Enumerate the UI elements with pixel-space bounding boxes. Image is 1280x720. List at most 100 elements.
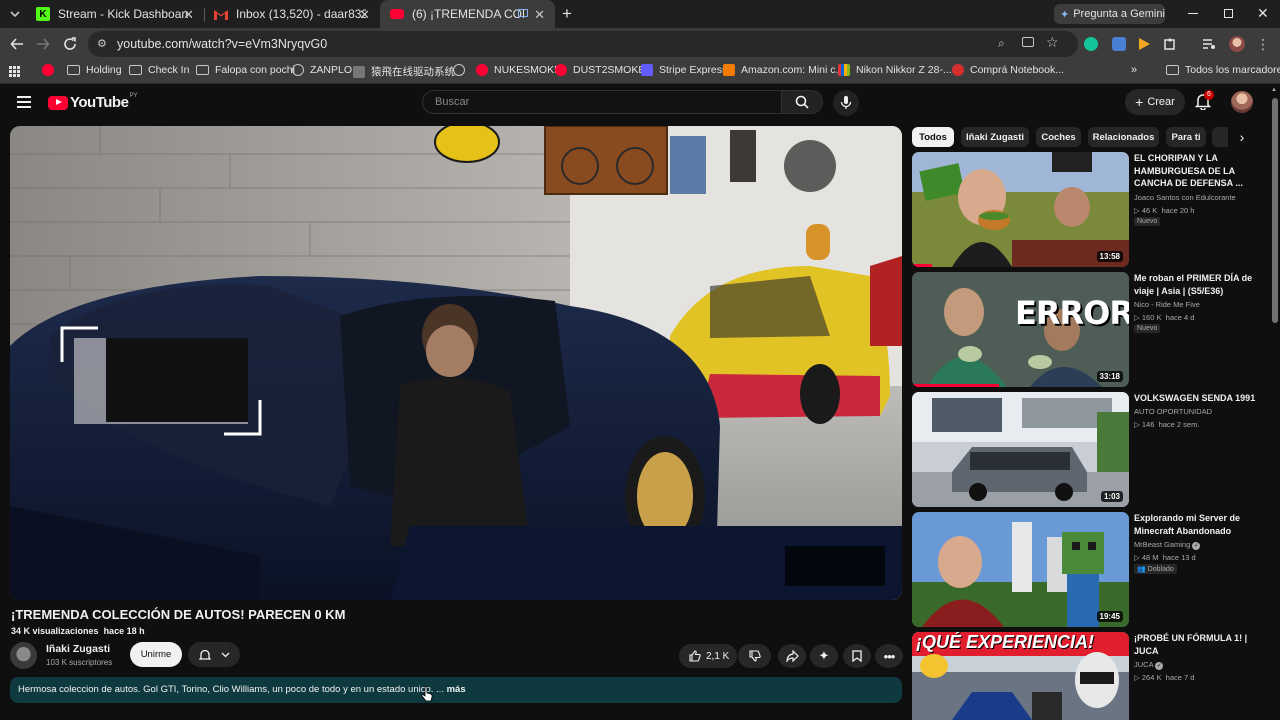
bookmark-stripe[interactable]: Stripe Express (641, 64, 727, 76)
extension-profile-icon[interactable] (1109, 34, 1129, 54)
bookmark-falopa[interactable]: Falopa con pochi (196, 64, 295, 76)
tab-list-icon[interactable] (8, 7, 22, 21)
recommendation-title[interactable]: EL CHORIPAN Y LA HAMBURGUESA DE LA CANCH… (1134, 152, 1258, 190)
chip-related[interactable]: Relacionados (1088, 127, 1159, 147)
zoom-icon[interactable]: ⌕ (998, 36, 1005, 51)
video-thumbnail[interactable]: 13:58 (912, 152, 1129, 267)
chip-for-you[interactable]: Para ti (1166, 127, 1206, 147)
close-icon[interactable]: ✕ (534, 7, 545, 23)
extensions-puzzle-icon[interactable] (1160, 34, 1180, 54)
plus-icon: + (1135, 94, 1144, 110)
recommendation-channel[interactable]: AUTO OPORTUNIDAD (1134, 407, 1212, 416)
media-controls-icon[interactable] (1199, 34, 1219, 54)
description-box[interactable]: Hermosa coleccion de autos. Gol GTI, Tor… (10, 677, 902, 703)
bell-icon (198, 649, 211, 660)
youtube-logo[interactable]: YouTube PY (48, 93, 137, 111)
chip-partial[interactable] (1212, 127, 1228, 147)
close-icon[interactable]: ✕ (359, 7, 370, 23)
bookmark-notebook[interactable]: Comprá Notebook... (952, 64, 1064, 76)
account-avatar[interactable] (1231, 91, 1253, 113)
scrollbar-thumb[interactable] (1272, 98, 1278, 323)
reload-button[interactable] (60, 34, 80, 54)
recommendation-channel[interactable]: JUCA ✓ (1134, 660, 1164, 670)
channel-avatar[interactable] (10, 642, 37, 669)
bookmark-amazon[interactable]: Amazon.com: Mini c... (723, 64, 844, 76)
bookmark-star-icon[interactable]: ☆ (1046, 34, 1059, 51)
save-button[interactable] (843, 644, 871, 668)
cast-icon[interactable] (1022, 37, 1034, 47)
recommendation-title[interactable]: Explorando mi Server de Minecraft Abando… (1134, 512, 1258, 537)
subscribed-button[interactable] (188, 642, 240, 667)
menu-icon[interactable] (17, 96, 31, 108)
chip-cars[interactable]: Coches (1036, 127, 1081, 147)
gemini-button[interactable]: ✦ Pregunta a Gemini (1054, 4, 1165, 24)
new-tab-button[interactable]: + (562, 4, 572, 24)
tab-gmail[interactable]: Inbox (13,520) - daar832@gma ✕ (204, 0, 380, 28)
bookmark-ebay[interactable]: Nikon Nikkor Z 28-... (838, 64, 952, 76)
join-button[interactable]: Unirme (130, 642, 182, 667)
recommendation-item[interactable]: ¡QUÉ EXPERIENCIA! ¡PROBÉ UN FÓRMULA 1! |… (912, 632, 1264, 720)
recommendation-title[interactable]: ¡PROBÉ UN FÓRMULA 1! | JUCA (1134, 632, 1258, 657)
video-thumbnail[interactable]: ERROR 33:18 (912, 272, 1129, 387)
chip-all[interactable]: Todos (912, 127, 954, 147)
ask-ai-button[interactable]: ✦ (810, 644, 838, 668)
show-more-link[interactable]: más (447, 684, 466, 695)
recommendation-item[interactable]: 1:03 VOLKSWAGEN SENDA 1991 AUTO OPORTUNI… (912, 392, 1264, 508)
apps-grid-icon[interactable] (9, 66, 20, 77)
bookmark-holding[interactable]: Holding (67, 64, 122, 76)
recommendation-title[interactable]: VOLKSWAGEN SENDA 1991 (1134, 392, 1258, 405)
back-button[interactable] (7, 34, 27, 54)
restore-button[interactable] (1224, 9, 1233, 18)
tab-kick[interactable]: K Stream - Kick Dashboard ✕ (26, 0, 204, 28)
chip-channel[interactable]: Iñaki Zugasti (961, 127, 1029, 147)
more-bookmarks-icon[interactable]: » (1131, 64, 1137, 76)
like-button[interactable]: 2,1 K (679, 644, 737, 668)
address-bar[interactable]: ⚙ youtube.com/watch?v=eVm3NryqvG0 ⌕ ☆ (88, 31, 1078, 57)
bookmark-check-in[interactable]: Check In (129, 64, 189, 76)
page-scrollbar[interactable]: ▲ (1270, 84, 1280, 720)
video-thumbnail[interactable]: ¡QUÉ EXPERIENCIA! (912, 632, 1129, 720)
url-text[interactable]: youtube.com/watch?v=eVm3NryqvG0 (117, 37, 327, 51)
recommendation-item[interactable]: ERROR 33:18 Me roban el PRIMER DÍA de vi… (912, 272, 1264, 388)
recommendation-channel[interactable]: Nico - Ride Me Five (1134, 300, 1200, 309)
video-player[interactable] (10, 126, 902, 600)
recommendation-item[interactable]: 19:45 Explorando mi Server de Minecraft … (912, 512, 1264, 628)
extension-play-icon[interactable] (1134, 34, 1154, 54)
browser-menu-icon[interactable]: ⋮ (1253, 34, 1273, 54)
site-info-icon[interactable]: ⚙ (97, 37, 107, 50)
minimize-button[interactable] (1188, 13, 1198, 14)
bookmark-chinese-site[interactable]: 猿飛在线驱动系统 (353, 64, 455, 79)
more-actions-button[interactable]: ••• (875, 644, 903, 668)
close-icon[interactable]: ✕ (183, 7, 194, 23)
tab-youtube[interactable]: (6) ¡TREMENDA COLECCIÓN ✕ (380, 0, 555, 28)
gemini-icon: ✦ (1060, 8, 1070, 21)
bookmark-globe[interactable] (453, 64, 471, 76)
close-window-button[interactable]: ✕ (1257, 5, 1269, 22)
search-input[interactable]: Buscar (422, 90, 782, 114)
video-thumbnail[interactable]: 19:45 (912, 512, 1129, 627)
browser-tab-strip: K Stream - Kick Dashboard ✕ Inbox (13,52… (0, 0, 1280, 28)
forward-button[interactable] (33, 34, 53, 54)
recommendation-channel[interactable]: MrBeast Gaming ✓ (1134, 540, 1201, 550)
scroll-up-arrow[interactable]: ▲ (1271, 87, 1277, 93)
recommendation-title[interactable]: Me roban el PRIMER DÍA de viaje | Asia |… (1134, 272, 1258, 297)
duration-badge: 19:45 (1096, 611, 1123, 622)
extension-grammarly-icon[interactable] (1081, 34, 1101, 54)
youtube-icon (390, 9, 404, 19)
recommendation-item[interactable]: 13:58 EL CHORIPAN Y LA HAMBURGUESA DE LA… (912, 152, 1264, 268)
bookmark-youtube[interactable] (42, 64, 60, 76)
chevron-right-icon[interactable]: › (1232, 127, 1252, 147)
share-button[interactable] (778, 644, 806, 668)
bookmark-zanplo[interactable]: ZANPLO (292, 64, 352, 76)
search-button[interactable] (781, 90, 823, 114)
recommendation-channel[interactable]: Joaco Santos con Edulcorante (1134, 193, 1236, 202)
bookmark-nukesmoke[interactable]: NUKESMOKE (476, 64, 561, 76)
voice-search-button[interactable] (833, 90, 859, 116)
create-button[interactable]: + Crear (1125, 89, 1185, 115)
bookmark-dust2smoke[interactable]: DUST2SMOKE (555, 64, 645, 76)
all-bookmarks-folder[interactable]: Todos los marcadores (1166, 64, 1280, 76)
channel-name[interactable]: Iñaki Zugasti (46, 643, 110, 655)
profile-avatar-icon[interactable] (1227, 34, 1247, 54)
video-thumbnail[interactable]: 1:03 (912, 392, 1129, 507)
dislike-button[interactable] (738, 644, 771, 668)
